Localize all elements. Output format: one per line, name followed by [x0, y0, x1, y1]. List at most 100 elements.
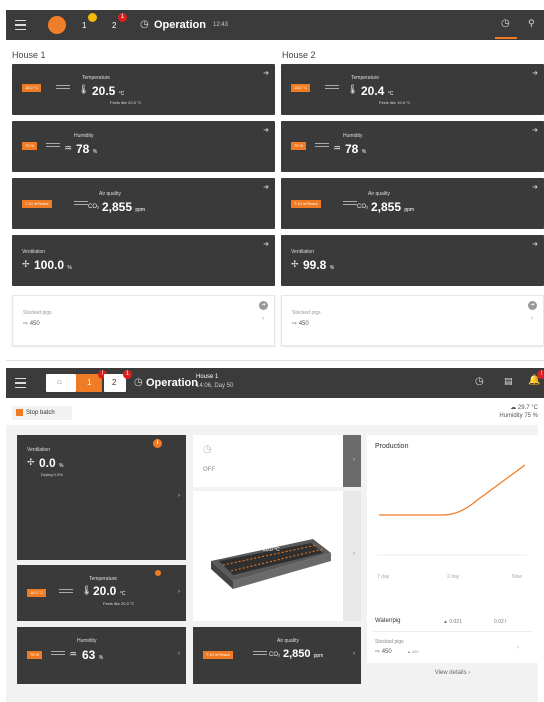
menu-icon[interactable]: [10, 368, 34, 398]
thermometer-icon: 🌡: [78, 84, 90, 94]
dash-icon: [46, 141, 60, 151]
stop-batch-button[interactable]: Stop batch: [12, 406, 72, 420]
x-label-7day: 7 day: [377, 574, 390, 580]
overview-screen: 1 2 1 ◷ Operation 12:43 ◷ ⚲ House 1 ➜ 18…: [0, 10, 544, 354]
arrow-right-icon: ➜: [263, 241, 269, 248]
top-bar: ⌂ 1 ! 2 1 ◷ Operation House 1 14:06, Day…: [6, 368, 544, 398]
stocked-pigs-label: Stocked pigs: [375, 639, 404, 645]
air-quality-value: 2,855 ppm: [102, 200, 146, 214]
document-icon[interactable]: ▤: [504, 376, 513, 387]
dash-icon: [325, 83, 339, 93]
house-2-humidity-tile[interactable]: ➜ 75 % Humidity ♒ 78 %: [281, 121, 544, 172]
thermometer-icon: 🌡: [347, 84, 359, 94]
production-line: [379, 464, 526, 516]
chevron-right-icon: ›: [353, 651, 355, 657]
house-2-ventilation-tile[interactable]: ➜ Ventilation ✢ 99.8 %: [281, 235, 544, 286]
house-2-air-quality-tile[interactable]: ➜ 7.10 m³/h/anl. Air quality CO₂ 2,855 p…: [281, 178, 544, 229]
humidity-label: Humidity: [77, 638, 97, 644]
temperature-setpoint: 18.0 °C: [22, 84, 42, 92]
feels-like: Feels like 19.8 °C: [379, 100, 411, 105]
pen-temperature: 20.0 °C: [263, 547, 280, 553]
dash-icon: [56, 83, 70, 93]
dashboard-icon[interactable]: ◷: [475, 376, 484, 387]
co2-label: CO₂: [269, 652, 281, 658]
house-1-title: House 1: [12, 50, 46, 60]
co2-label: CO₂: [88, 204, 100, 210]
water-value-2: 0.02 l: [494, 619, 507, 625]
arrow-right-icon: ➜: [532, 184, 538, 191]
air-quality-tile[interactable]: 7.10 m³/h/anl. Air quality CO₂ 2,850 ppm…: [193, 627, 361, 684]
stocked-pigs-label: Stocked pigs: [292, 310, 321, 316]
timer-expand[interactable]: ›: [343, 435, 361, 487]
humidity-tile[interactable]: 75 % Humidity ♒ 63 % ›: [17, 627, 186, 684]
air-quality-label: Air quality: [277, 638, 299, 644]
menu-icon[interactable]: [10, 10, 34, 40]
house-1-air-quality-tile[interactable]: ➜ 7.10 m³/h/anl. Air quality CO₂ 2,855 p…: [12, 178, 275, 229]
fan-icon: ✢: [27, 457, 35, 467]
humidity-icon: ♒: [64, 143, 73, 153]
top-bar: 1 2 1 ◷ Operation 12:43 ◷ ⚲: [6, 10, 544, 40]
dashboard-icon[interactable]: ◷: [501, 18, 510, 29]
humidity-setpoint: 75 %: [27, 651, 43, 659]
house-1-stocked-pigs-tile[interactable]: ➜ Stocked pigs ⇨ 450 ›: [12, 295, 275, 346]
ventilation-tile[interactable]: i Ventilation ✢ 0.0 % Drying 0.0% ›: [17, 435, 186, 560]
chevron-right-icon: ›: [178, 493, 180, 499]
dash-icon: [51, 649, 65, 659]
divider: [373, 631, 532, 632]
house-1-humidity-tile[interactable]: ➜ 75 % Humidity ♒ 78 %: [12, 121, 275, 172]
temperature-tile[interactable]: 18.0 °C Temperature 🌡 20.0 °C Feels like…: [17, 565, 186, 621]
alarm-badge: 1: [123, 370, 132, 379]
feels-like: Feels like 20.5 °C: [110, 100, 142, 105]
tab-1[interactable]: 1: [82, 21, 86, 30]
house-name: House 1: [196, 374, 219, 380]
page-title: Operation: [154, 19, 206, 31]
production-chart: [377, 464, 527, 556]
house-subtitle: 14:06, Day 50: [196, 383, 234, 389]
outside-humidity: Humidity 75 %: [499, 413, 538, 419]
screen-divider: [6, 360, 544, 361]
temperature-value: 20.5 °C: [92, 84, 125, 98]
pen-illustration: [211, 539, 331, 589]
pen-expand[interactable]: ›: [343, 491, 361, 621]
house-2-stocked-pigs-tile[interactable]: ➜ Stocked pigs ⇨ 450 ›: [281, 295, 544, 346]
arrow-right-icon: ➜: [528, 301, 537, 310]
x-label-now: Now: [512, 574, 523, 580]
alarm-badge: 1: [118, 13, 127, 22]
house-2-temperature-tile[interactable]: ➜ 18.0 °C Temperature 🌡 20.4 °C Feels li…: [281, 64, 544, 115]
tab-2[interactable]: 2: [112, 21, 116, 30]
search-icon[interactable]: ⚲: [528, 18, 535, 29]
home-tab[interactable]: ⌂: [46, 374, 76, 392]
chevron-right-icon: ›: [178, 651, 180, 657]
water-value-1: ▲ 0.021: [443, 619, 462, 625]
view-details-button[interactable]: View details ›: [367, 663, 538, 684]
timer-tile[interactable]: ◷ OFF: [193, 435, 343, 487]
house-1-temperature-tile[interactable]: ➜ 18.0 °C Temperature 🌡 20.5 °C Feels li…: [12, 64, 275, 115]
humidity-value: 63 %: [82, 648, 104, 662]
ventilation-label: Ventilation: [291, 249, 315, 255]
dash-icon: [74, 199, 88, 209]
tab-1-label: 1: [87, 378, 92, 387]
thermometer-icon: 🌡: [81, 585, 93, 595]
info-icon[interactable]: i: [153, 439, 162, 448]
outside-temp: ☁ 29.7 °C: [510, 405, 538, 411]
dash-icon: [253, 649, 267, 659]
water-label: Water/pig: [375, 618, 401, 624]
stocked-pigs-value: ⇨ 450: [292, 321, 309, 327]
humidity-setpoint: 75 %: [291, 142, 307, 150]
humidity-label: Humidity: [343, 133, 363, 139]
stocked-pigs-change: ▲ 450: [407, 649, 419, 654]
humidity-icon: ♒: [69, 649, 78, 659]
pen-view[interactable]: 20.0 °C: [193, 491, 343, 621]
temperature-setpoint: 18.0 °C: [27, 589, 47, 597]
ventilation-label: Ventilation: [27, 447, 51, 453]
temperature-setpoint: 18.0 °C: [291, 84, 311, 92]
house-1-ventilation-tile[interactable]: ➜ Ventilation ✢ 100.0 %: [12, 235, 275, 286]
home-icon[interactable]: [48, 16, 66, 34]
alert-dot: [155, 570, 161, 576]
home-icon: ⌂: [57, 377, 62, 386]
drying-value: Drying 0.0%: [41, 472, 63, 477]
temperature-label: Temperature: [89, 576, 118, 582]
arrow-right-icon: ➜: [263, 184, 269, 191]
ventilation-value: 100.0 %: [34, 258, 72, 272]
fan-icon: ✢: [291, 259, 299, 269]
